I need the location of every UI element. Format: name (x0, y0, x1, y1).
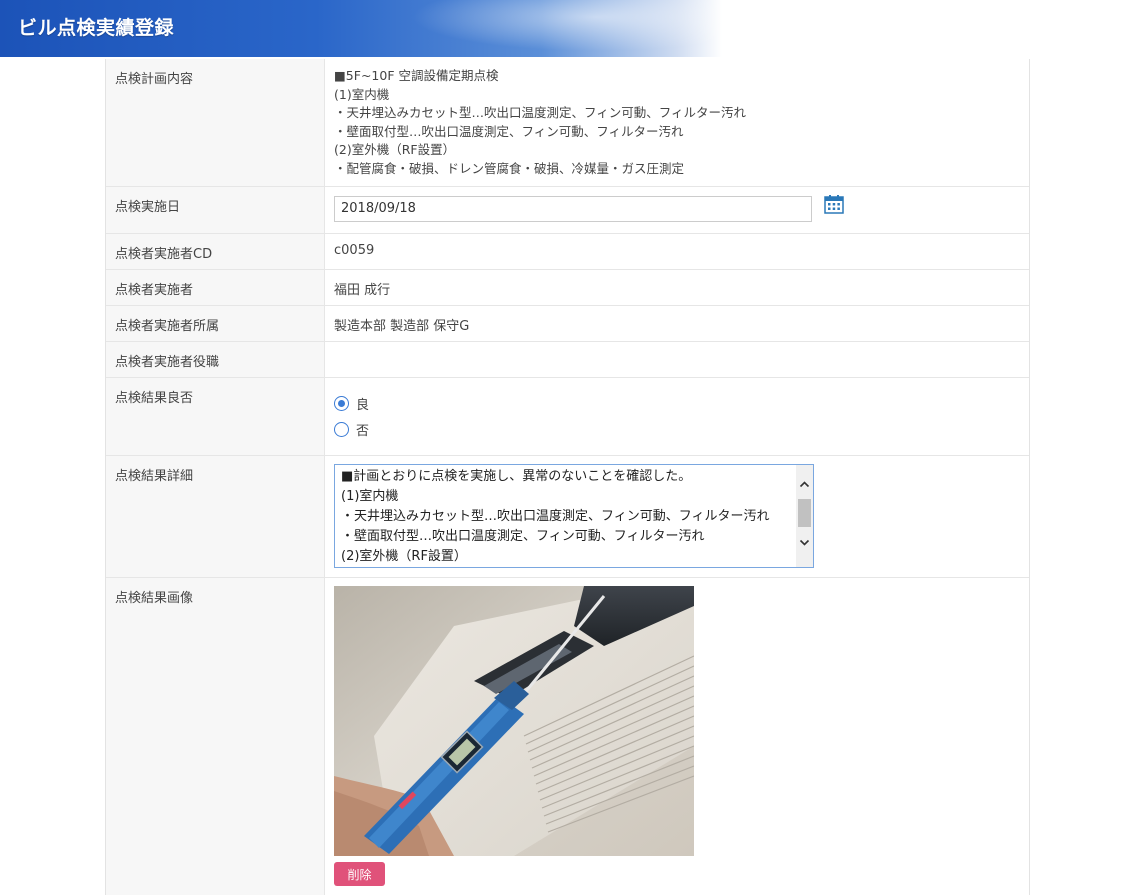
label-inspector-cd: 点検者実施者CD (106, 234, 325, 269)
detail-scrollbar[interactable] (796, 465, 813, 567)
row-department: 点検者実施者所属 製造本部 製造部 保守G (106, 306, 1029, 342)
plan-line: (1)室内機 (334, 86, 390, 102)
label-detail: 点検結果詳細 (106, 456, 325, 577)
detail-line: (2)室外機（RF設置） (341, 549, 467, 564)
label-result: 点検結果良否 (106, 378, 325, 455)
row-inspector-cd: 点検者実施者CD c0059 (106, 234, 1029, 270)
app-header: ビル点検実績登録 (0, 0, 1128, 57)
plan-line: ・天井埋込みカセット型…吹出口温度測定、フィン可動、フィルター汚れ (334, 105, 747, 121)
value-department: 製造本部 製造部 保守G (334, 319, 470, 334)
delete-image-button[interactable]: 削除 (334, 862, 385, 886)
value-position (325, 342, 1029, 377)
detail-textarea[interactable]: ■計画とおりに点検を実施し、異常のないことを確認した。 (1)室内機 ・天井埋込… (334, 464, 814, 568)
detail-line: ■計画とおりに点検を実施し、異常のないことを確認した。 (341, 469, 692, 484)
inspection-photo (334, 586, 694, 856)
value-date: 2018/09/18 (325, 187, 1029, 233)
value-detail: ■計画とおりに点検を実施し、異常のないことを確認した。 (1)室内機 ・天井埋込… (325, 456, 1029, 577)
value-inspector: 福田 成行 (334, 283, 391, 298)
radio-good-label: 良 (356, 397, 370, 413)
radio-good-button[interactable] (334, 395, 349, 411)
row-date: 点検実施日 2018/09/18 (106, 187, 1029, 234)
plan-line: ・壁面取付型…吹出口温度測定、フィン可動、フィルター汚れ (334, 123, 684, 139)
inspection-form: 点検計画内容 ■5F~10F 空調設備定期点検 (1)室内機 ・天井埋込みカセッ… (105, 59, 1030, 895)
row-inspector: 点検者実施者 福田 成行 (106, 270, 1029, 306)
value-plan: ■5F~10F 空調設備定期点検 (1)室内機 ・天井埋込みカセット型…吹出口温… (325, 59, 1029, 186)
row-position: 点検者実施者役職 (106, 342, 1029, 378)
scroll-thumb[interactable] (798, 499, 811, 527)
row-result: 点検結果良否 良 否 (106, 378, 1029, 456)
date-input[interactable]: 2018/09/18 (334, 196, 812, 222)
value-image: 削除 (325, 578, 1029, 895)
plan-line: ・配管腐食・破損、ドレン管腐食・破損、冷媒量・ガス圧測定 (334, 160, 685, 176)
detail-line: (1)室内機 (341, 489, 399, 504)
scroll-down-icon[interactable] (799, 537, 810, 548)
label-position: 点検者実施者役職 (106, 342, 325, 377)
radio-good[interactable]: 良 (334, 390, 1029, 416)
row-plan: 点検計画内容 ■5F~10F 空調設備定期点検 (1)室内機 ・天井埋込みカセッ… (106, 59, 1029, 187)
label-plan: 点検計画内容 (106, 59, 325, 186)
label-date: 点検実施日 (106, 187, 325, 233)
row-detail: 点検結果詳細 ■計画とおりに点検を実施し、異常のないことを確認した。 (1)室内… (106, 456, 1029, 578)
plan-line: ■5F~10F 空調設備定期点検 (334, 68, 499, 83)
scroll-up-icon[interactable] (799, 479, 810, 490)
radio-bad-label: 否 (356, 423, 370, 439)
detail-text: ■計画とおりに点検を実施し、異常のないことを確認した。 (1)室内機 ・天井埋込… (341, 467, 796, 567)
radio-bad-button[interactable] (334, 421, 349, 437)
detail-line: ・天井埋込みカセット型…吹出口温度測定、フィン可動、フィルター汚れ (341, 509, 770, 524)
page-title: ビル点検実績登録 (18, 17, 175, 39)
label-image: 点検結果画像 (106, 578, 325, 895)
detail-line: ・壁面取付型…吹出口温度測定、フィン可動、フィルター汚れ (341, 529, 705, 544)
plan-line: (2)室外機（RF設置） (334, 142, 456, 158)
header-decoration (380, 0, 740, 57)
value-result: 良 否 (325, 378, 1029, 455)
row-image: 点検結果画像 削除 (106, 578, 1029, 895)
label-department: 点検者実施者所属 (106, 306, 325, 341)
value-inspector-cd: c0059 (334, 243, 375, 258)
radio-bad[interactable]: 否 (334, 416, 1029, 442)
calendar-icon[interactable] (824, 194, 844, 218)
label-inspector: 点検者実施者 (106, 270, 325, 305)
